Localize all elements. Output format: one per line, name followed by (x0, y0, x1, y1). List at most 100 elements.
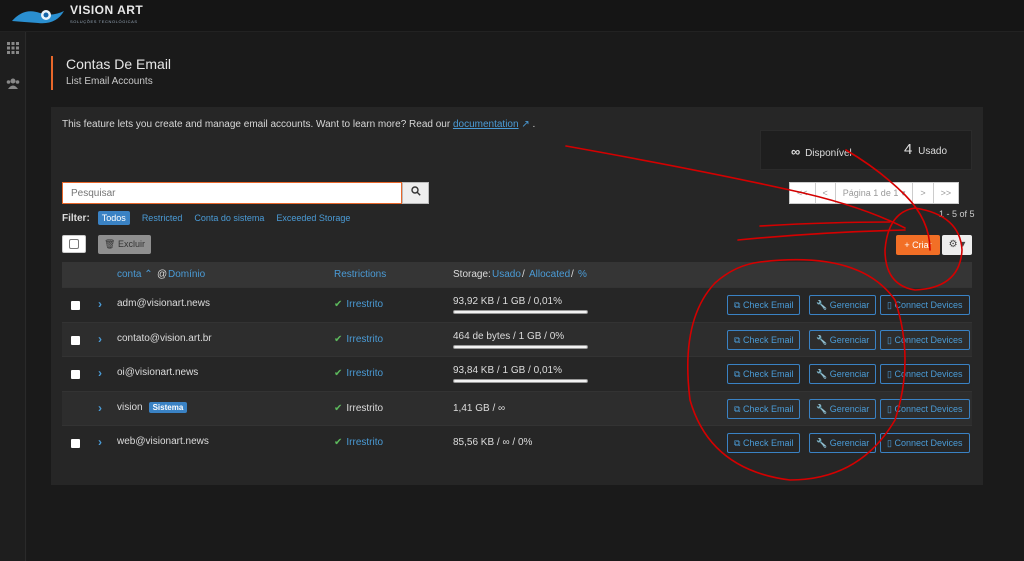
row-checkbox[interactable] (71, 370, 80, 380)
settings-dropdown[interactable]: ⚙ ▾ (942, 235, 972, 255)
brand-logo[interactable]: VISION ART SOLUÇÕES TECNOLÓGICAS (10, 4, 143, 28)
row-checkbox[interactable] (71, 439, 80, 449)
prev-page-button[interactable]: < (814, 182, 836, 204)
sort-used[interactable]: Usado (492, 269, 521, 280)
email-accounts-panel: This feature lets you create and manage … (51, 107, 983, 485)
intro-text: This feature lets you create and manage … (62, 119, 535, 130)
storage-label: Storage: (453, 269, 491, 280)
filter-restricted[interactable]: Restricted (142, 211, 183, 225)
manage-button[interactable]: 🔧 Gerenciar (809, 329, 877, 350)
check-email-button[interactable]: ⧉ Check Email (727, 295, 801, 315)
page-title: Contas De Email (66, 56, 172, 72)
create-button[interactable]: + Criar (896, 235, 940, 255)
storage-bar (453, 310, 588, 314)
filter-exceeded-storage[interactable]: Exceeded Storage (276, 211, 350, 225)
intro-sentence: This feature lets you create and manage … (62, 119, 451, 130)
table-row: › contato@vision.art.br ✔ Irrestrito 464 … (62, 321, 972, 357)
table-header: conta ⌃ @ Domínio Restrictions Storage: … (62, 262, 972, 287)
check-email-button[interactable]: ⧉ Check Email (727, 364, 801, 385)
chevron-right-icon[interactable]: › (98, 435, 102, 449)
storage-text: 93,92 KB / 1 GB / 0,01% (453, 296, 562, 307)
used-count: 4 (904, 141, 913, 158)
storage-text: 1,41 GB / ∞ (453, 402, 506, 414)
chevron-right-icon[interactable]: › (98, 366, 102, 380)
connect-devices-button[interactable]: ▯ Connect Devices (880, 364, 970, 385)
pagination: << < Página 1 de 1 ▾ > >> (789, 182, 960, 204)
users-icon[interactable] (6, 78, 20, 92)
available-stat: ∞ Disponível (791, 144, 852, 159)
filter-bar: Filter: Todos Restricted Conta do sistem… (62, 211, 362, 225)
first-page-button[interactable]: << (789, 182, 816, 204)
brand-name: VISION ART (70, 3, 144, 17)
connect-devices-button[interactable]: ▯ Connect Devices (880, 398, 970, 419)
sidebar (0, 32, 26, 561)
delete-button[interactable]: 🗑 Excluir (98, 235, 151, 254)
used-label: Usado (918, 146, 948, 157)
account-name: web@visionart.news (117, 436, 209, 448)
sort-domain[interactable]: Domínio (168, 269, 205, 280)
chevron-right-icon[interactable]: › (98, 401, 102, 415)
sort-allocated[interactable]: Allocated (529, 269, 570, 280)
manage-button[interactable]: 🔧 Gerenciar (809, 398, 877, 419)
last-page-button[interactable]: >> (932, 182, 960, 204)
connect-devices-button[interactable]: ▯ Connect Devices (880, 295, 970, 315)
account-name: contato@vision.art.br (117, 332, 212, 344)
storage-sep-1: / (522, 269, 525, 280)
check-email-button[interactable]: ⧉ Check Email (727, 433, 801, 454)
brand-tagline: SOLUÇÕES TECNOLÓGICAS (70, 19, 138, 24)
search-button[interactable] (402, 182, 429, 204)
page-select[interactable]: Página 1 de 1 ▾ (834, 182, 914, 204)
check-email-button[interactable]: ⧉ Check Email (727, 329, 801, 350)
sort-restrictions[interactable]: Restrictions (334, 269, 386, 280)
connect-devices-button[interactable]: ▯ Connect Devices (880, 433, 970, 454)
main-content: Contas De Email List Email Accounts This… (27, 32, 1024, 561)
available-label: Disponível (805, 148, 852, 159)
table-row: › oi@visionart.news ✔ Irrestrito 93,84 KB… (62, 356, 972, 391)
col-at: @ (157, 269, 168, 280)
used-stat: 4 Usado (904, 141, 947, 158)
account-name: oi@visionart.news (117, 367, 199, 379)
storage-bar (453, 379, 588, 384)
storage-text: 464 de bytes / 1 GB / 0% (453, 330, 565, 342)
chevron-right-icon[interactable]: › (98, 297, 102, 311)
sort-account[interactable]: conta ⌃ (117, 269, 153, 280)
sort-percent[interactable]: % (578, 269, 587, 280)
account-name: vision Sistema (117, 401, 188, 413)
filter-all[interactable]: Todos (97, 211, 130, 225)
pager-info: 1 - 5 of 5 (939, 209, 975, 219)
filter-label: Filter: (62, 212, 90, 224)
search-icon (410, 186, 421, 196)
manage-button[interactable]: 🔧 Gerenciar (809, 364, 877, 385)
table-row: › adm@visionart.news ✔ Irrestrito 93,92 K… (62, 287, 972, 322)
chevron-right-icon[interactable]: › (98, 332, 102, 346)
page-subtitle: List Email Accounts (66, 76, 153, 87)
accounts-table: conta ⌃ @ Domínio Restrictions Storage: … (62, 262, 972, 460)
documentation-link[interactable]: documentation (453, 119, 519, 130)
restriction-link[interactable]: ✔ Irrestrito (334, 299, 383, 310)
top-bar: VISION ART SOLUÇÕES TECNOLÓGICAS (0, 0, 1024, 32)
page-header: Contas De Email List Email Accounts (51, 56, 171, 90)
storage-text: 85,56 KB / ∞ / 0% (453, 437, 533, 449)
manage-button[interactable]: 🔧 Gerenciar (809, 295, 877, 315)
restriction-link[interactable]: ✔ Irrestrito (334, 334, 383, 345)
select-all-checkbox[interactable] (62, 235, 86, 253)
connect-devices-button[interactable]: ▯ Connect Devices (880, 329, 970, 350)
next-page-button[interactable]: > (912, 182, 934, 204)
logo-mark-icon (10, 5, 66, 27)
storage-bar (453, 344, 588, 349)
search-input[interactable] (62, 182, 402, 204)
check-email-button[interactable]: ⧉ Check Email (727, 398, 801, 419)
infinity-symbol: ∞ (791, 144, 801, 159)
row-checkbox[interactable] (71, 301, 80, 310)
filter-system-account[interactable]: Conta do sistema (194, 211, 264, 225)
grid-icon[interactable] (6, 42, 20, 56)
table-row: › vision Sistema ✔ Irrestrito 1,41 GB / ∞ … (62, 390, 972, 426)
restriction-link[interactable]: ✔ Irrestrito (334, 368, 383, 379)
storage-text: 93,84 KB / 1 GB / 0,01% (453, 365, 562, 377)
restriction-link[interactable]: ✔ Irrestrito (334, 437, 383, 448)
external-link-icon: ↗ (521, 119, 530, 130)
row-checkbox[interactable] (71, 335, 80, 345)
intro-suffix: . (532, 119, 536, 130)
manage-button[interactable]: 🔧 Gerenciar (809, 433, 877, 454)
trash-icon: 🗑 (104, 239, 116, 249)
